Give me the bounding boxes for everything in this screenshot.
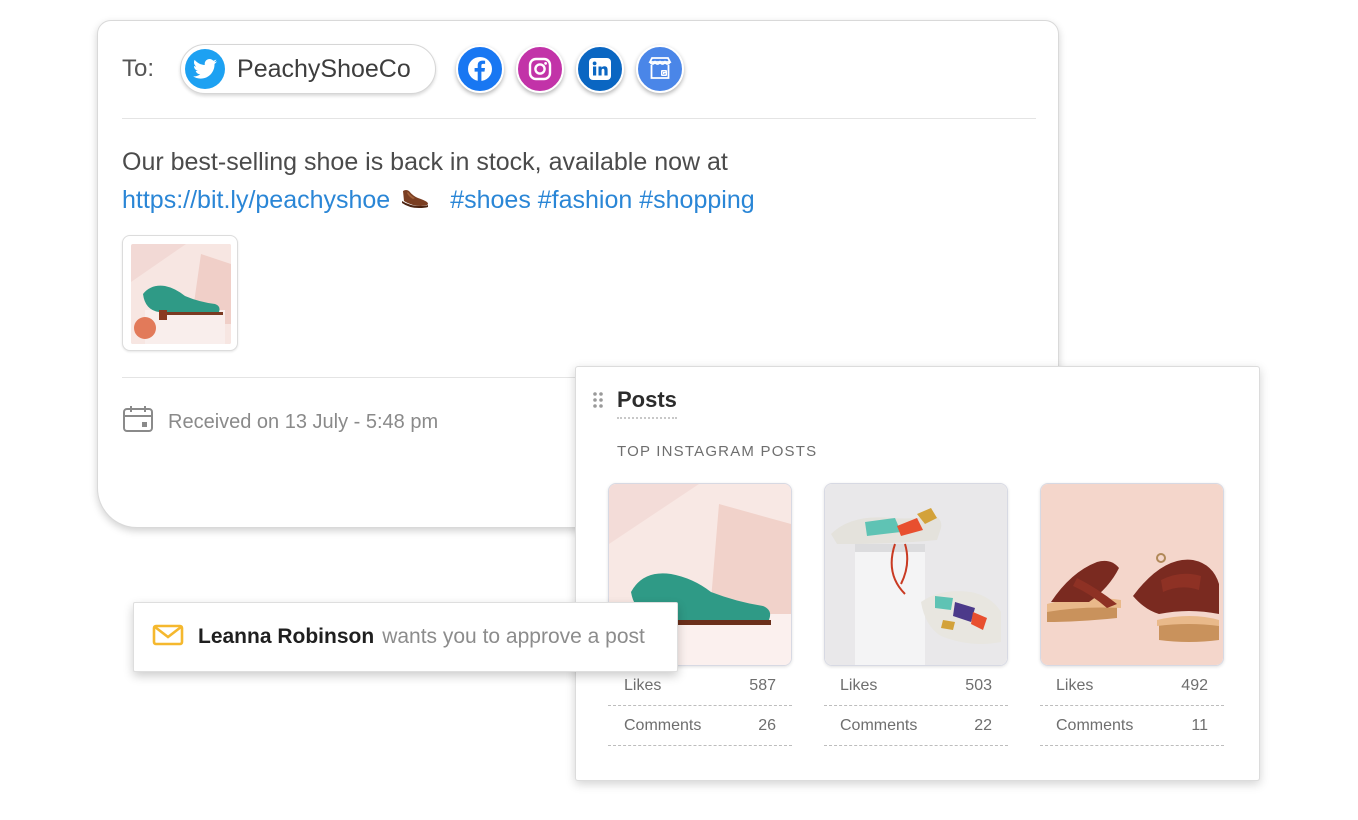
likes-row: Likes 492 [1040,666,1224,706]
post-card[interactable]: Likes 503 Comments 22 [824,483,1008,746]
posts-panel: Posts TOP INSTAGRAM POSTS Likes 587 Comm… [575,366,1260,781]
approval-notification[interactable]: Leanna Robinson wants you to approve a p… [133,602,678,672]
likes-count: 492 [1181,676,1208,694]
likes-label: Likes [1056,676,1094,694]
post-image[interactable] [1040,483,1224,666]
comments-label: Comments [840,716,918,734]
to-label: To: [122,55,155,82]
header-divider [122,118,1036,119]
likes-count: 503 [965,676,992,694]
comments-label: Comments [1056,716,1134,734]
calendar-icon [122,405,154,439]
likes-row: Likes 503 [824,666,1008,706]
post-message[interactable]: Our best-selling shoe is back in stock, … [122,143,1002,220]
comments-row: Comments 11 [1040,706,1224,746]
twitter-icon [185,49,226,89]
comments-count: 11 [1191,716,1208,734]
comments-row: Comments 26 [608,706,792,746]
post-card[interactable]: Likes 492 Comments 11 [1040,483,1224,746]
instagram-icon[interactable] [515,45,564,93]
account-chip[interactable]: PeachyShoeCo [180,44,436,94]
requester-name: Leanna Robinson [198,625,375,648]
comments-label: Comments [624,716,702,734]
facebook-icon[interactable] [455,45,504,93]
posts-subtitle: TOP INSTAGRAM POSTS [617,443,818,460]
recipient-row: To: PeachyShoeCo G [122,43,684,95]
message-text: Our best-selling shoe is back in stock, … [122,148,728,176]
svg-text:G: G [662,71,666,77]
google-business-icon[interactable]: G [635,45,684,93]
comments-row: Comments 22 [824,706,1008,746]
post-image[interactable] [824,483,1008,666]
likes-label: Likes [624,676,662,694]
message-hashtags[interactable]: #shoes #fashion #shopping [450,186,754,214]
likes-row: Likes 587 [608,666,792,706]
drag-handle-icon[interactable] [592,391,604,414]
mail-icon [152,624,184,651]
likes-label: Likes [840,676,878,694]
attached-image[interactable] [122,235,238,351]
received-text: Received on 13 July - 5:48 pm [168,410,439,433]
comments-count: 26 [758,716,776,734]
linkedin-icon[interactable] [575,45,624,93]
likes-count: 587 [749,676,776,694]
network-icons: G [455,45,684,93]
received-info: Received on 13 July - 5:48 pm [122,405,438,439]
posts-title: Posts [617,387,677,419]
shoe-icon [400,182,430,220]
notification-text: wants you to approve a post [382,625,645,648]
account-name: PeachyShoeCo [237,54,411,83]
comments-count: 22 [974,716,992,734]
message-link[interactable]: https://bit.ly/peachyshoe [122,186,390,214]
